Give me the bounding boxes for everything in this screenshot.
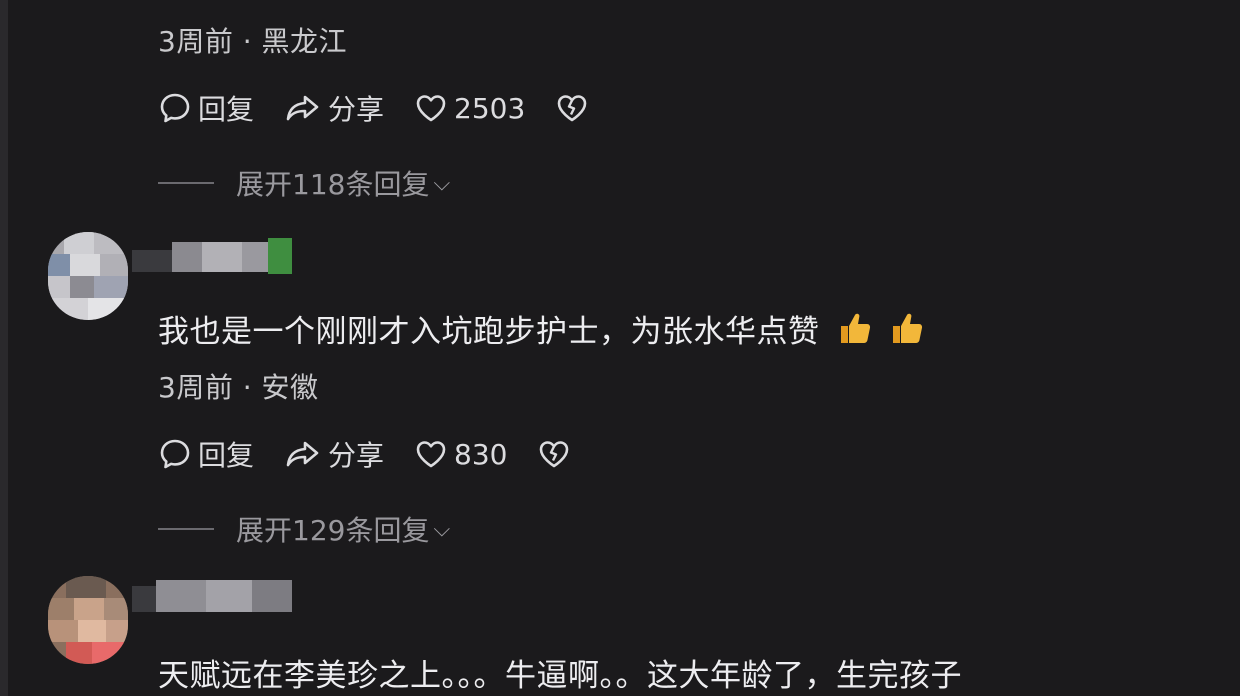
like-count: 830 [454, 437, 508, 471]
username-blurred[interactable] [132, 238, 292, 274]
share-button[interactable]: 分享 [284, 434, 384, 474]
comment-text: 天赋远在李美珍之上。。。牛逼啊。。这大年龄了，生完孩子 [158, 658, 962, 694]
username-blurred[interactable] [132, 580, 292, 616]
comment-icon [160, 93, 190, 123]
share-label: 分享 [328, 439, 385, 472]
like-button[interactable]: 2503 [414, 91, 525, 125]
comment-icon [160, 439, 190, 469]
dislike-button[interactable] [537, 437, 577, 471]
meta-separator: · [242, 371, 253, 404]
reply-button[interactable]: 回复 [158, 88, 254, 128]
comment-1-meta: 3周前 · 黑龙江 [158, 20, 347, 60]
comment-1-location: 黑龙江 [261, 25, 348, 58]
dislike-button[interactable] [555, 91, 595, 125]
reply-button[interactable]: 回复 [158, 434, 254, 474]
like-button[interactable]: 830 [414, 437, 507, 471]
broken-heart-icon [557, 95, 587, 122]
meta-separator: · [242, 25, 253, 58]
thumbs-up-icon [840, 313, 870, 343]
avatar[interactable] [48, 232, 128, 320]
heart-icon [416, 95, 446, 122]
divider-line [158, 182, 214, 184]
comment-2-time: 3周前 [158, 371, 234, 404]
share-label: 分享 [328, 93, 385, 126]
divider-line [158, 528, 214, 530]
share-icon [286, 95, 319, 121]
comment-1-time: 3周前 [158, 25, 234, 58]
share-icon [286, 441, 319, 467]
expand-label: 展开129条回复 [236, 514, 430, 547]
comment-2-meta: 3周前 · 安徽 [158, 366, 319, 406]
expand-label: 展开118条回复 [236, 168, 430, 201]
comment-3-text: 天赋远在李美珍之上。。。牛逼啊。。这大年龄了，生完孩子 [158, 650, 962, 695]
chevron-down-icon: ⌵ [433, 170, 451, 196]
comment-text: 我也是一个刚刚才入坑跑步护士，为张水华点赞 [158, 314, 820, 350]
comment-2-location: 安徽 [261, 371, 319, 404]
comment-2-text: 我也是一个刚刚才入坑跑步护士，为张水华点赞 [158, 306, 924, 351]
thumbs-up-icon [892, 313, 922, 343]
chevron-down-icon: ⌵ [433, 516, 451, 542]
comment-2-actions: 回复 分享 830 [158, 434, 577, 474]
reply-label: 回复 [198, 93, 255, 126]
expand-replies-1[interactable]: 展开118条回复 ⌵ [158, 166, 451, 201]
like-count: 2503 [454, 91, 526, 125]
comment-1-actions: 回复 分享 2503 [158, 88, 595, 128]
window-edge [0, 0, 8, 696]
heart-icon [416, 441, 446, 468]
reply-label: 回复 [198, 439, 255, 472]
share-button[interactable]: 分享 [284, 88, 384, 128]
avatar[interactable] [48, 576, 128, 664]
expand-replies-2[interactable]: 展开129条回复 ⌵ [158, 512, 451, 547]
broken-heart-icon [540, 441, 569, 468]
